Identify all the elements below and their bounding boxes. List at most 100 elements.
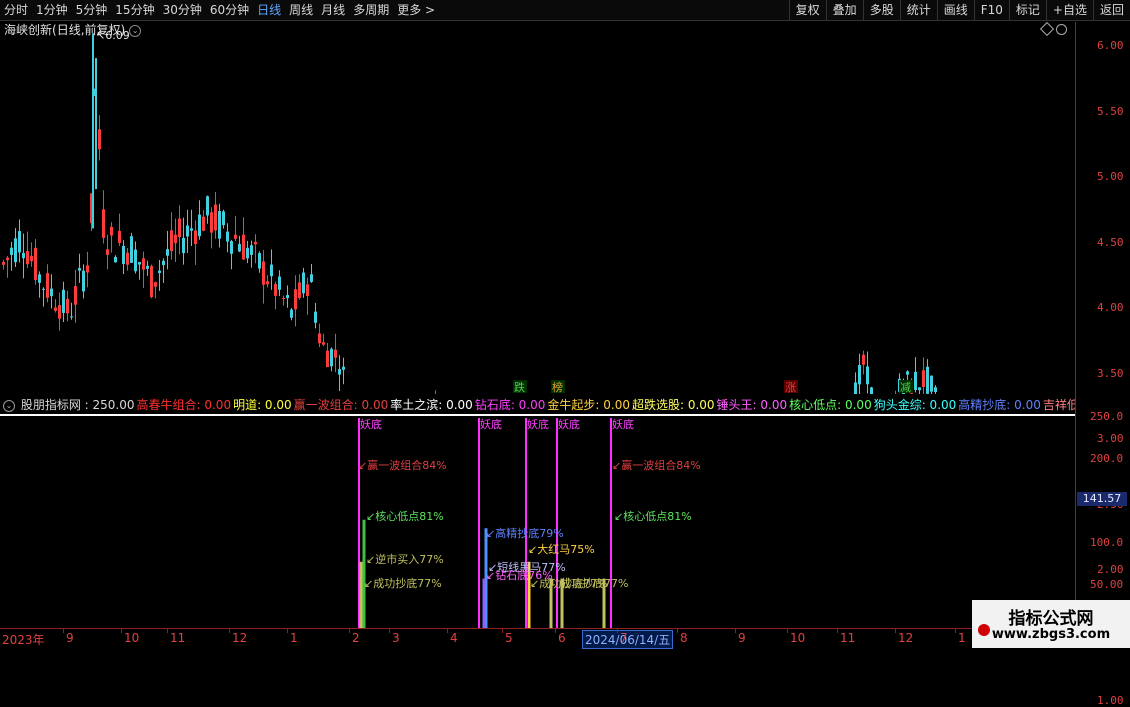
date-tick-mark <box>955 629 956 633</box>
candle-body <box>178 218 181 238</box>
indicator-legend-item[interactable]: 高精抄底: 0.00 <box>958 398 1041 412</box>
candle-body <box>858 365 861 385</box>
toolbar-button-6[interactable]: 标记 <box>1008 0 1046 20</box>
candle-body <box>150 266 153 298</box>
tab-period-6[interactable]: 日线 <box>253 0 285 20</box>
candle-body <box>318 333 321 344</box>
indicator-legend-item[interactable]: 股朋指标网 : 250.00 <box>21 398 135 412</box>
date-tick-mark <box>735 629 736 633</box>
indicator-legend-item[interactable]: 钻石底: 0.00 <box>475 398 546 412</box>
candle-body <box>290 309 293 318</box>
signal-tag: 涨 <box>785 381 796 394</box>
price-tick: 4.50 <box>1097 235 1124 249</box>
indicator-chart[interactable]: 妖底 妖底 妖底 妖底 妖底↙赢一波组合84% ↙赢一波组合84%↙核心低点81% ↙核心低… <box>0 416 1075 628</box>
candle-body <box>74 286 77 305</box>
indicator-label: ↙核心低点81% <box>614 509 692 523</box>
candle-body <box>110 226 113 236</box>
indicator-label: ↙赢一波组合84% <box>358 458 447 472</box>
candle-body <box>254 241 257 245</box>
indicator-tick: 50.00 <box>1090 578 1124 591</box>
candle-body <box>194 230 197 244</box>
price-tick: 5.50 <box>1097 104 1124 118</box>
candle-body <box>122 245 125 265</box>
tab-period-4[interactable]: 30分钟 <box>159 0 206 20</box>
date-tick-mark <box>895 629 896 633</box>
candle-body <box>54 307 57 311</box>
indicator-legend-item[interactable]: 赢一波组合: 0.00 <box>294 398 389 412</box>
candle-body <box>50 288 53 297</box>
candle-body <box>310 274 313 282</box>
date-tick: 12 <box>898 631 914 645</box>
date-tick-mark <box>287 629 288 633</box>
candle-body <box>130 236 133 263</box>
candle-body <box>86 265 89 273</box>
indicator-label: 妖底 <box>527 417 549 431</box>
candle-body <box>274 284 277 296</box>
tab-period-9[interactable]: 多周期 <box>349 0 393 20</box>
candle-body <box>146 265 149 269</box>
tab-period-5[interactable]: 60分钟 <box>206 0 253 20</box>
watermark-url: www.zbgs3.com <box>991 627 1111 642</box>
toolbar-button-4[interactable]: 画线 <box>936 0 974 20</box>
tab-period-7[interactable]: 周线 <box>285 0 317 20</box>
indicator-legend-item[interactable]: 金牛起步: 0.00 <box>547 398 630 412</box>
candle-body <box>134 249 137 272</box>
candle-body <box>170 230 173 252</box>
indicator-legend-item[interactable]: 高春牛组合: 0.00 <box>137 398 232 412</box>
indicator-legend-item[interactable]: 狗头金综: 0.00 <box>874 398 957 412</box>
toolbar-button-1[interactable]: 叠加 <box>825 0 863 20</box>
indicator-legend-item[interactable]: 明道: 0.00 <box>233 398 292 412</box>
tab-period-8[interactable]: 月线 <box>317 0 349 20</box>
tab-period-1[interactable]: 1分钟 <box>32 0 72 20</box>
candle-body <box>154 282 157 287</box>
candle-body <box>26 250 29 265</box>
indicator-label: ↙成功抄底77% <box>364 576 442 590</box>
indicator-label: ↙大红马75% <box>528 542 595 556</box>
indicator-legend-item[interactable]: 超跌选股: 0.00 <box>632 398 715 412</box>
indicator-legend-item[interactable]: 吉祥低吸: <box>1043 398 1075 412</box>
tab-period-0[interactable]: 分时 <box>0 0 32 20</box>
indicator-legend-item[interactable]: 锤头王: 0.00 <box>717 398 788 412</box>
candle-body <box>854 382 857 394</box>
candle-body <box>330 348 333 367</box>
candle-body <box>2 262 5 265</box>
date-axis: 2024/06/14/五 2023年 9 10 11 12 1 2 3 4 5 6 7 8 9 10 11 12… <box>0 628 1075 651</box>
candle-body <box>62 289 65 313</box>
candle-body <box>58 305 61 319</box>
indicator-label: 成功抄底77% <box>560 576 628 590</box>
toolbar-button-8[interactable]: 返回 <box>1092 0 1130 20</box>
price-tick: 6.00 <box>1097 39 1124 52</box>
toolbar-button-3[interactable]: 统计 <box>899 0 937 20</box>
candle-body <box>158 270 161 274</box>
indicator-legend-item[interactable]: 率土之滨: 0.00 <box>390 398 473 412</box>
candle-body <box>246 247 249 259</box>
toolbar-button-7[interactable]: +自选 <box>1045 0 1093 20</box>
tab-period-10[interactable]: 更多 > <box>393 0 439 20</box>
tab-period-3[interactable]: 15分钟 <box>111 0 158 20</box>
candle-body <box>70 316 73 318</box>
chevron-down-icon[interactable]: ⌄ <box>3 399 15 412</box>
toolbar-button-5[interactable]: F10 <box>973 0 1009 20</box>
candle-body <box>14 238 17 263</box>
candle-body <box>226 231 229 242</box>
candle-body <box>198 214 201 237</box>
candle-body <box>250 245 253 255</box>
candle-body <box>18 231 21 253</box>
date-tick-mark <box>502 629 503 633</box>
date-tick: 10 <box>124 631 140 645</box>
indicator-legend-item[interactable]: 核心低点: 0.00 <box>789 398 872 412</box>
tab-period-2[interactable]: 5分钟 <box>72 0 112 20</box>
indicator-label: 妖底 <box>480 417 502 431</box>
candlestick-chart[interactable]: ↖6.09←0.96跌榜涨减 <box>0 22 1075 394</box>
candle-body <box>926 366 929 394</box>
signal-tag: 减 <box>900 381 911 394</box>
date-tick: 3 <box>392 631 400 645</box>
candle-body <box>866 366 869 385</box>
indicator-label: ↙钻石底76% <box>486 568 553 582</box>
price-tick: 5.00 <box>1097 170 1124 183</box>
toolbar-button-0[interactable]: 复权 <box>788 0 826 20</box>
date-tick-mark <box>837 629 838 633</box>
candle-body <box>238 243 241 252</box>
toolbar-button-2[interactable]: 多股 <box>862 0 900 20</box>
candle-body <box>234 234 237 239</box>
